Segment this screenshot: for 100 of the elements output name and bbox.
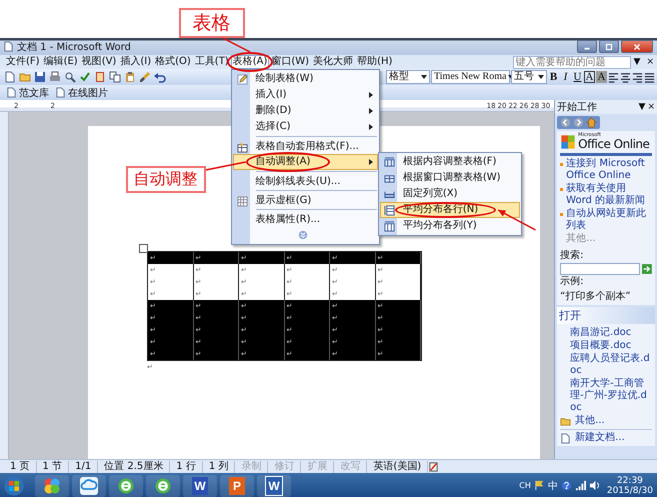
maximize-button[interactable]	[599, 40, 619, 53]
signal-bars-icon[interactable]	[574, 480, 586, 491]
menu-item[interactable]: 固定列宽(X)	[380, 186, 520, 202]
menu-item[interactable]: 根据窗口调整表格(W)	[380, 170, 520, 186]
file-link[interactable]: 南昌游记.doc	[560, 327, 652, 339]
menu-item[interactable]: 美化大师	[311, 55, 356, 69]
row-spacing-icon	[384, 204, 396, 216]
submenu-arrow-icon	[368, 159, 373, 165]
pane-control[interactable]: ▼	[638, 102, 646, 112]
help-search-field[interactable]: 键入需要帮助的问题	[512, 56, 631, 68]
document-icon	[6, 87, 17, 98]
menu-item[interactable]: 插入(I)	[232, 87, 378, 103]
file-link[interactable]: 其他...	[573, 415, 605, 427]
close-button[interactable]	[621, 40, 653, 53]
example-label: 示例:	[560, 276, 584, 288]
start-button[interactable]	[4, 476, 24, 496]
arrow	[498, 209, 536, 231]
underline-button[interactable]: U	[572, 71, 583, 83]
copy-icon[interactable]	[109, 71, 121, 83]
font-dropdown[interactable]: Times New Roma	[431, 70, 510, 84]
italic-button[interactable]: I	[560, 71, 571, 83]
menu-item[interactable]: 自动调整(A)	[232, 154, 378, 170]
table-move-handle[interactable]	[139, 244, 148, 253]
align-right-icon[interactable]	[632, 72, 643, 82]
forward-circle-icon[interactable]	[573, 117, 584, 128]
printer-icon[interactable]	[49, 71, 61, 83]
go-arrow-icon[interactable]	[642, 263, 652, 275]
folder-icon	[560, 416, 572, 426]
menu-item[interactable]: 选择(C)	[232, 119, 378, 135]
link[interactable]: 连接到 Microsoft Office Online	[566, 158, 652, 182]
document-icon[interactable]	[4, 71, 16, 83]
shaded-button[interactable]: A	[596, 71, 607, 83]
checkmark-icon[interactable]	[79, 71, 91, 83]
search-field[interactable]	[560, 263, 640, 275]
toolbar-button[interactable]: 范文库	[6, 86, 49, 100]
bold-button[interactable]: B	[548, 71, 559, 83]
section-title: 打开	[557, 307, 655, 324]
taskbar-button[interactable]	[72, 474, 106, 496]
menu-item[interactable]: 插入(I)	[118, 55, 154, 69]
menu-item[interactable]: 帮助(H)	[355, 55, 394, 69]
paintbrush-icon[interactable]	[139, 71, 151, 83]
search-label: 搜索:	[560, 248, 585, 262]
boxed-button[interactable]: A	[584, 71, 595, 83]
taskbar-button[interactable]	[109, 474, 143, 496]
pane-title: 开始工作	[557, 101, 598, 114]
bullet-icon	[560, 188, 564, 191]
ime-indicator[interactable]: 中	[548, 478, 558, 492]
menu-item[interactable]: 窗口(W)	[269, 55, 312, 69]
help-circle-icon[interactable]	[560, 480, 572, 491]
callout-label: 表格	[178, 8, 245, 38]
style-dropdown[interactable]: 格型	[386, 70, 430, 84]
language-indicator[interactable]: CH	[519, 481, 531, 490]
office-logo-icon	[560, 134, 576, 150]
flag-icon[interactable]	[534, 480, 545, 491]
leader-line	[222, 37, 250, 53]
menu-item[interactable]: 删除(D)	[232, 103, 378, 119]
cloud-icon	[80, 476, 98, 494]
toolbar-button[interactable]: 在线图片	[55, 86, 108, 100]
file-link[interactable]: 项目概要.doc	[560, 340, 652, 352]
minimize-button[interactable]	[577, 40, 597, 53]
menu-item[interactable]: 编辑(E)	[42, 55, 80, 69]
table-arrows-icon	[384, 156, 396, 168]
submenu-arrow-icon	[368, 92, 373, 98]
example-text: “打印多个副本”	[560, 291, 631, 303]
pane-control[interactable]: ×	[647, 102, 655, 112]
link[interactable]: 获取有关使用 Word 的最新新闻	[566, 183, 652, 207]
menu-item[interactable]: 平均分布各列(Y)	[380, 218, 520, 234]
menu-item[interactable]: 格式(O)	[153, 55, 193, 69]
taskbar-button[interactable]	[146, 474, 180, 496]
taskbar-button[interactable]: W	[183, 474, 217, 496]
align-left-icon[interactable]	[608, 72, 619, 82]
speaker-icon[interactable]	[588, 480, 600, 491]
taskbar-button[interactable]: P	[220, 474, 254, 496]
file-link[interactable]: 应聘人员登记表.doc	[560, 353, 652, 377]
link[interactable]: 自动从网站更新此列表	[566, 208, 652, 232]
taskbar-button[interactable]: W	[257, 474, 291, 496]
window-title: 文档 1 - Microsoft Word	[17, 40, 131, 54]
bullet-icon	[560, 213, 564, 216]
justify-icon[interactable]	[644, 72, 655, 82]
menu-bar-control[interactable]: ▼	[630, 57, 644, 67]
file-link[interactable]: 新建文档...	[573, 432, 625, 444]
menu-item[interactable]: 根据内容调整表格(F)	[380, 154, 520, 170]
menu-bar-control[interactable]: ×	[643, 57, 657, 67]
taskbar-button[interactable]	[35, 474, 69, 496]
home-icon[interactable]	[586, 117, 598, 128]
book-icon[interactable]	[94, 71, 106, 83]
clock-date: 2015/8/30	[606, 486, 653, 496]
back-circle-icon[interactable]	[560, 117, 572, 128]
menu-item[interactable]: 文件(F)	[4, 55, 42, 69]
clipboard-icon[interactable]	[124, 71, 136, 83]
undo-arrow-icon[interactable]	[154, 71, 166, 83]
align-center-icon[interactable]	[620, 72, 631, 82]
menu-item[interactable]: 绘制表格(W)	[232, 71, 378, 87]
font-size-dropdown[interactable]: 五号	[511, 70, 547, 84]
folder-icon[interactable]	[19, 71, 31, 83]
submenu-arrow-icon	[368, 124, 373, 130]
menu-item[interactable]: 视图(V)	[80, 55, 118, 69]
menu-item[interactable]: 表格(A)	[230, 55, 270, 69]
file-link[interactable]: 南开大学-工商管理-广州-罗拉优.doc	[560, 378, 652, 414]
magnifier-icon[interactable]	[64, 71, 76, 83]
